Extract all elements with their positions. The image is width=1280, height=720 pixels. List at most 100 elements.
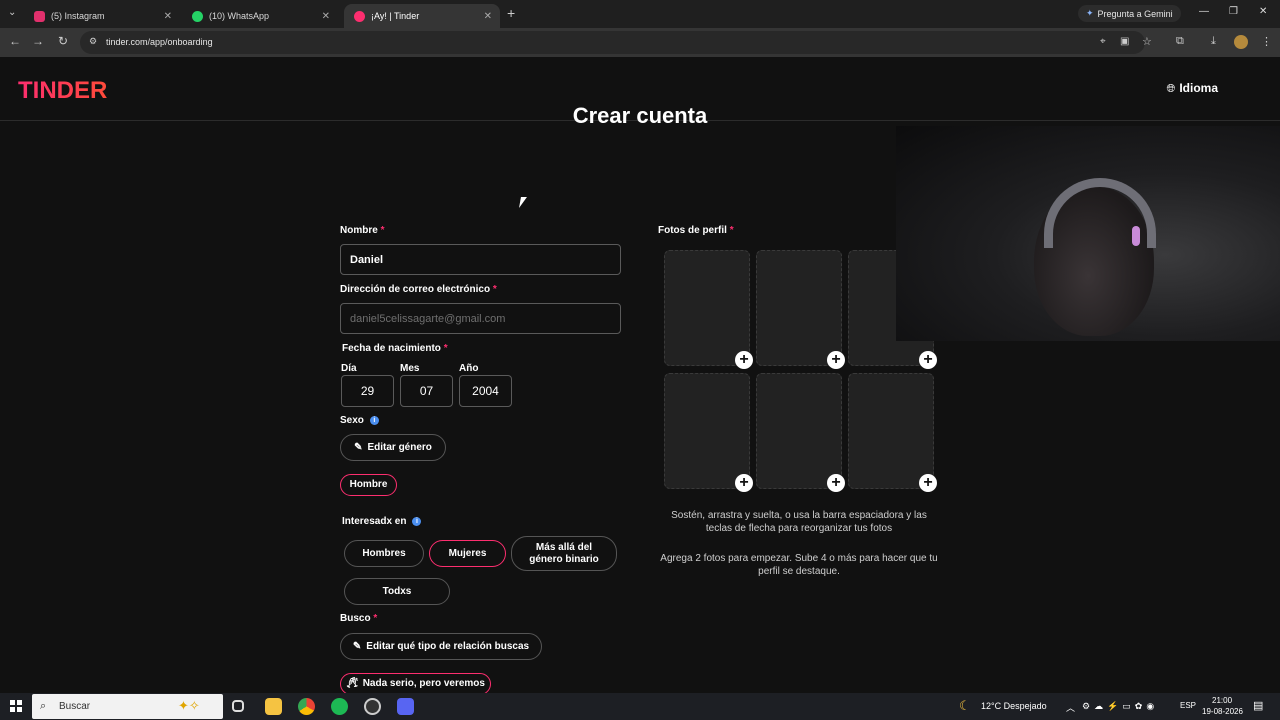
bookmark-star-icon[interactable]: ☆ (1142, 35, 1152, 48)
page-title: Crear cuenta (572, 103, 708, 128)
looking-for-label: Busco * (340, 613, 378, 624)
add-photo-icon[interactable]: + (827, 474, 845, 492)
extensions-icon[interactable]: ⧉ (1176, 35, 1184, 48)
close-window-icon[interactable]: ✕ (1259, 6, 1267, 17)
close-tab-icon[interactable]: ✕ (322, 11, 330, 22)
back-icon[interactable]: ← (7, 34, 23, 48)
month-input[interactable]: 07 (400, 375, 453, 407)
translate-icon[interactable]: ▣ (1120, 36, 1129, 47)
close-tab-icon[interactable]: ✕ (484, 11, 492, 22)
gender-chip-selected[interactable]: Hombre (340, 474, 397, 496)
tray-icons[interactable]: ⚙☁⚡▭✿◉ (1082, 701, 1158, 712)
location-icon[interactable]: ⌖ (1100, 36, 1106, 47)
add-photo-icon[interactable]: + (735, 351, 753, 369)
info-icon[interactable]: i (369, 415, 379, 425)
maximize-icon[interactable]: ❐ (1229, 6, 1238, 17)
address-bar[interactable]: ⚙ tinder.com/app/onboarding ⌖ ▣ ☆ (80, 31, 1152, 54)
app-icon[interactable] (364, 698, 381, 715)
photo-slot[interactable] (756, 250, 842, 366)
discord-icon[interactable] (397, 698, 414, 715)
gemini-button[interactable]: ✦ Pregunta a Gemini (1078, 5, 1181, 22)
input-language[interactable]: ESP (1180, 701, 1196, 710)
tab-title: (10) WhatsApp (209, 11, 270, 21)
tab-tinder[interactable]: ¡Ay! | Tinder ✕ (344, 4, 500, 28)
tab-title: (5) Instagram (51, 11, 105, 21)
photo-slot[interactable] (848, 373, 934, 489)
tinder-logo[interactable]: TINDER (18, 77, 107, 105)
weather-text[interactable]: 12°C Despejado (981, 701, 1047, 711)
windows-start-icon[interactable] (10, 700, 22, 712)
email-label: Dirección de correo electrónico * (340, 284, 497, 295)
instagram-icon (34, 10, 45, 22)
site-info-icon[interactable]: ⚙ (89, 36, 97, 47)
edit-gender-label: Editar género (367, 441, 432, 453)
photos-label: Fotos de perfil * (658, 225, 734, 236)
minimize-icon[interactable]: — (1199, 6, 1209, 17)
reload-icon[interactable]: ↻ (55, 34, 71, 48)
name-field[interactable]: Daniel (340, 244, 621, 275)
add-photo-icon[interactable]: + (919, 474, 937, 492)
moon-icon: ☾ (959, 698, 971, 713)
task-view-icon[interactable] (232, 700, 244, 712)
gemini-label: Pregunta a Gemini (1097, 8, 1173, 19)
chrome-icon[interactable] (298, 698, 315, 715)
interested-label: Interesadx en i (342, 516, 422, 527)
profile-avatar[interactable] (1234, 35, 1248, 49)
spotify-icon[interactable] (331, 698, 348, 715)
search-icon: ⌕ (40, 700, 47, 712)
taskbar-search[interactable]: ⌕ Buscar ✦✧ (32, 694, 223, 719)
tinder-icon (354, 10, 365, 22)
tray-chevron-icon[interactable]: ︿ (1066, 701, 1075, 714)
edit-gender-button[interactable]: ✎ Editar género (340, 434, 446, 461)
url-text: tinder.com/app/onboarding (106, 37, 213, 47)
tab-whatsapp[interactable]: (10) WhatsApp ✕ (182, 4, 338, 28)
new-tab-icon[interactable]: + (507, 5, 515, 21)
info-icon[interactable]: i (412, 516, 422, 526)
clock-time[interactable]: 21:00 (1212, 696, 1232, 705)
tab-list-icon[interactable]: ⌄ (8, 7, 16, 18)
gemini-icon: ✦ (1086, 8, 1094, 18)
email-field[interactable]: daniel5celissagarte@gmail.com (340, 303, 621, 334)
add-photo-icon[interactable]: + (735, 474, 753, 492)
clock-date[interactable]: 19-08-2026 (1202, 707, 1243, 716)
whatsapp-icon (192, 10, 203, 22)
photo-slot[interactable] (664, 250, 750, 366)
browser-tab-bar: ⌄ (5) Instagram ✕ (10) WhatsApp ✕ ¡Ay! |… (0, 0, 1280, 28)
interest-option-nonbinary[interactable]: Más allá del género binario (511, 536, 617, 571)
add-photo-icon[interactable]: + (919, 351, 937, 369)
forward-icon[interactable]: → (30, 34, 46, 48)
download-icon[interactable]: ⤓ (1211, 35, 1216, 48)
menu-icon[interactable]: ⋮ (1261, 35, 1272, 48)
tab-title: ¡Ay! | Tinder (371, 11, 420, 21)
edit-relationship-label: Editar qué tipo de relación buscas (366, 640, 530, 652)
language-label: Idioma (1179, 81, 1218, 95)
search-highlight-icon: ✦✧ (178, 698, 200, 713)
photos-reorder-hint: Sostén, arrastra y suelta, o usa la barr… (671, 510, 927, 534)
file-explorer-icon[interactable] (265, 698, 282, 715)
edit-relationship-button[interactable]: ✎ Editar qué tipo de relación buscas (340, 633, 542, 660)
relationship-label: Nada serio, pero veremos (362, 678, 485, 689)
name-label: Nombre * (340, 225, 385, 236)
webcam-overlay (896, 126, 1280, 341)
add-photo-icon[interactable]: + (827, 351, 845, 369)
browser-toolbar: ← → ↻ ⚙ tinder.com/app/onboarding ⌖ ▣ ☆ … (0, 28, 1280, 57)
photo-slot[interactable] (756, 373, 842, 489)
month-label: Mes (400, 363, 420, 374)
photo-slot[interactable] (664, 373, 750, 489)
relationship-chip-selected[interactable]: 🥂︎ Nada serio, pero veremos (340, 673, 491, 695)
sex-label: Sexo i (340, 415, 379, 426)
pencil-icon: ✎ (352, 640, 362, 652)
tab-instagram[interactable]: (5) Instagram ✕ (24, 4, 180, 28)
search-placeholder: Buscar (59, 701, 91, 712)
cheers-icon: 🥂︎ (346, 678, 359, 689)
interest-option-mujeres[interactable]: Mujeres (429, 540, 506, 567)
interest-option-todxs[interactable]: Todxs (344, 578, 450, 605)
birthdate-label: Fecha de nacimiento * (342, 343, 448, 354)
year-label: Año (459, 363, 479, 374)
notification-icon[interactable]: ▤ (1253, 699, 1263, 712)
year-input[interactable]: 2004 (459, 375, 512, 407)
interest-option-hombres[interactable]: Hombres (344, 540, 424, 567)
language-button[interactable]: 🌐︎ Idioma (1167, 81, 1218, 96)
close-tab-icon[interactable]: ✕ (164, 11, 172, 22)
day-input[interactable]: 29 (341, 375, 394, 407)
